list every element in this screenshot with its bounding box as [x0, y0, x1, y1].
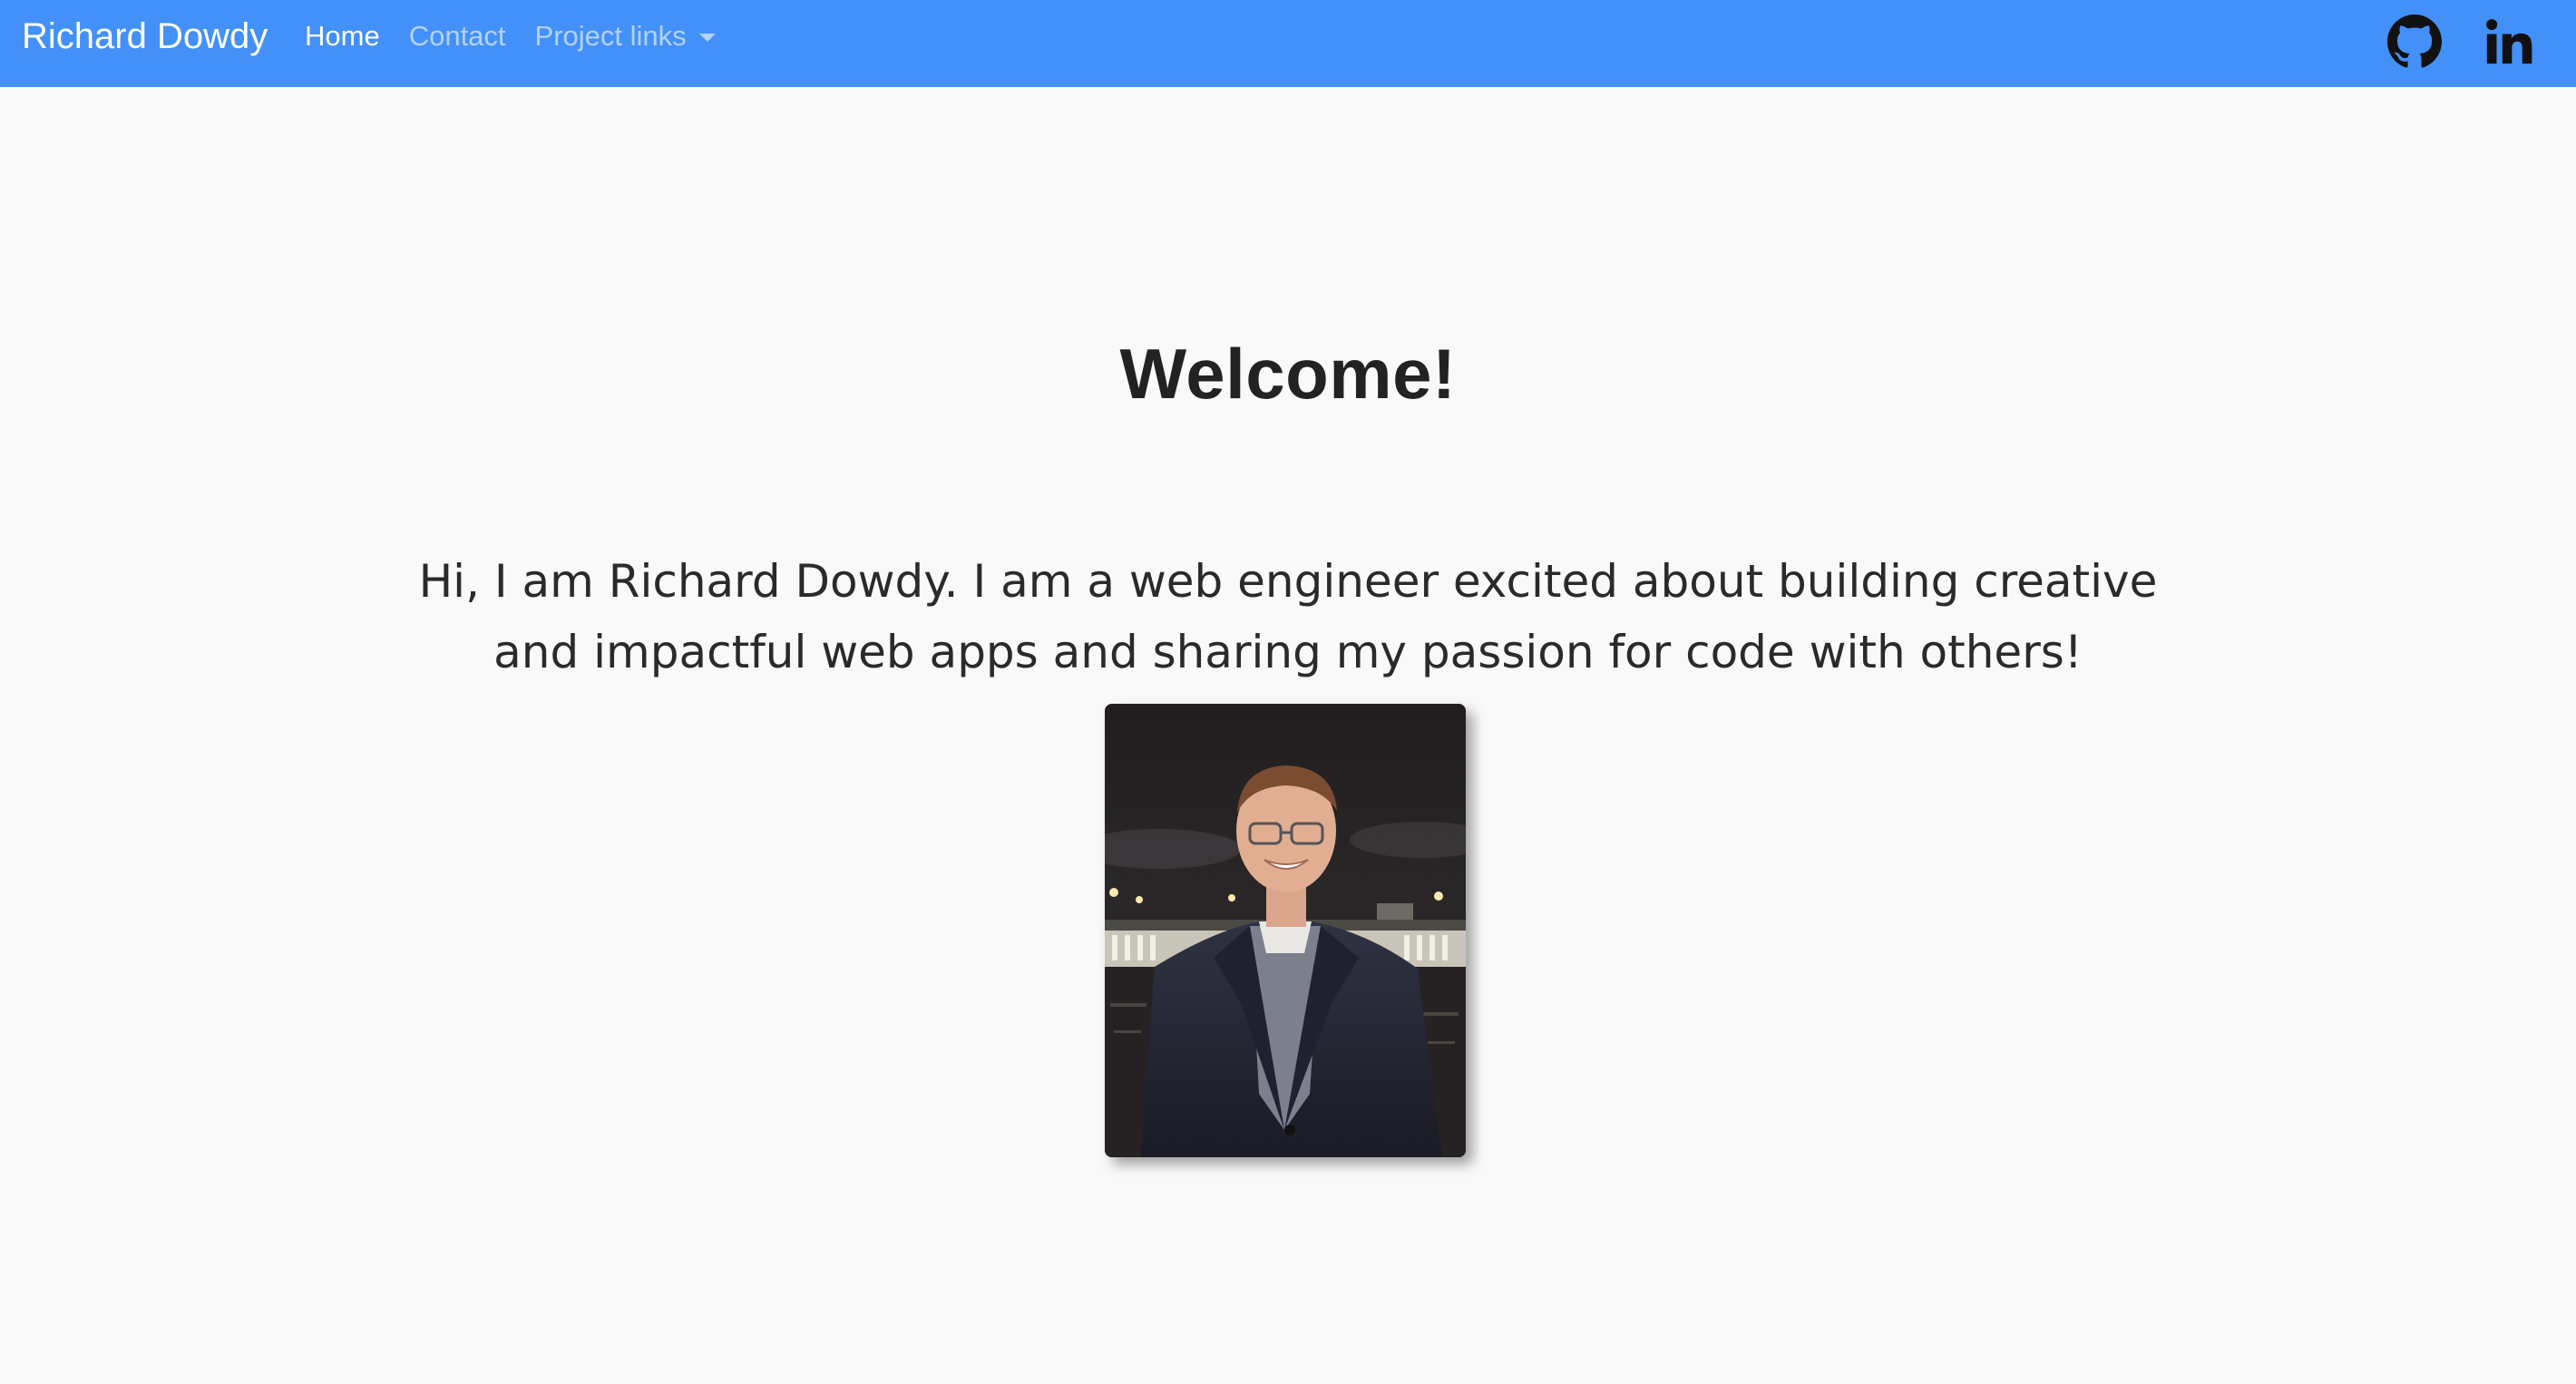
nav-home-link[interactable]: Home	[305, 18, 380, 54]
portrait-image	[1105, 704, 1466, 1157]
project-links-dropdown[interactable]: Project links	[535, 18, 716, 54]
intro-text: Hi, I am Richard Dowdy. I am a web engin…	[418, 555, 2158, 678]
brand-link[interactable]: Richard Dowdy	[22, 13, 268, 60]
github-icon	[2387, 15, 2442, 68]
navbar: Richard Dowdy Home Contact Project links	[0, 0, 2576, 87]
chevron-down-icon	[698, 33, 716, 42]
page-title: Welcome!	[1119, 334, 1457, 414]
profile-photo	[1105, 704, 1466, 1157]
linkedin-icon	[2486, 19, 2532, 64]
linkedin-link[interactable]	[2480, 13, 2538, 71]
nav-contact-link[interactable]: Contact	[409, 18, 506, 54]
nav-links: Home Contact Project links	[305, 18, 745, 54]
project-links-label: Project links	[534, 20, 687, 52]
github-link[interactable]	[2386, 13, 2444, 71]
